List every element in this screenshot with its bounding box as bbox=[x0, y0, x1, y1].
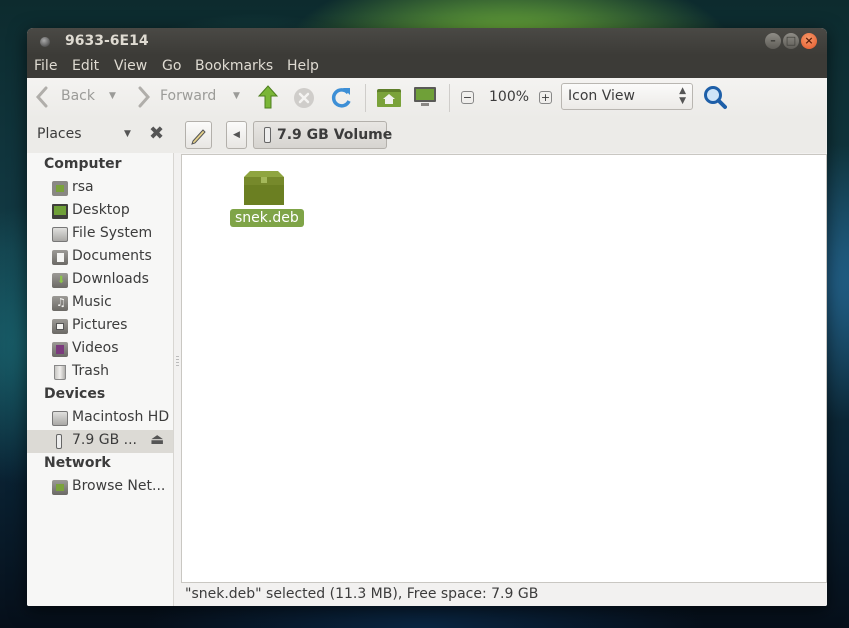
sidebar-item-label: 7.9 GB ... bbox=[72, 432, 137, 448]
path-scroll-left-button[interactable]: ◀ bbox=[226, 121, 247, 149]
forward-label: Forward bbox=[160, 88, 217, 104]
sidebar-item-label: File System bbox=[72, 225, 153, 241]
sidebar-item-usb-volume[interactable]: 7.9 GB ... ⏏ bbox=[27, 430, 173, 453]
sidebar-item-videos[interactable]: Videos bbox=[27, 338, 173, 361]
sidebar-heading-devices: Devices bbox=[44, 386, 106, 402]
package-icon bbox=[244, 171, 284, 205]
sidebar-resize-handle[interactable] bbox=[176, 356, 179, 368]
network-folder-icon bbox=[52, 480, 68, 495]
sidebar-item-label: rsa bbox=[72, 179, 94, 195]
window-title: 9633-6E14 bbox=[65, 33, 149, 49]
sidebar-item-pictures[interactable]: Pictures bbox=[27, 315, 173, 338]
forward-history-dropdown-icon[interactable]: ▼ bbox=[233, 91, 240, 101]
sidebar-item-label: Downloads bbox=[72, 271, 149, 287]
close-sidebar-icon[interactable]: ✖ bbox=[149, 123, 164, 144]
sidebar-item-label: Pictures bbox=[72, 317, 128, 333]
sidebar-item-label: Music bbox=[72, 294, 112, 310]
file-manager-window: 9633-6E14 – □ × File Edit View Go Bookma… bbox=[27, 28, 827, 606]
minimize-button[interactable]: – bbox=[765, 33, 781, 49]
zoom-in-icon[interactable]: + bbox=[539, 91, 552, 104]
sidebar-item-rsa[interactable]: rsa bbox=[27, 177, 173, 200]
menu-file[interactable]: File bbox=[34, 58, 57, 74]
back-arrow-icon bbox=[35, 86, 48, 108]
sidebar-item-label: Macintosh HD bbox=[72, 409, 170, 425]
videos-folder-icon bbox=[52, 342, 68, 357]
toggle-location-entry-button[interactable] bbox=[185, 121, 212, 149]
sidebar-heading-network: Network bbox=[44, 455, 111, 471]
up-arrow-icon[interactable] bbox=[257, 84, 279, 110]
file-name-label: snek.deb bbox=[230, 209, 304, 227]
computer-icon[interactable] bbox=[413, 86, 437, 108]
sidebar-item-label: Trash bbox=[72, 363, 109, 379]
toolbar-separator bbox=[449, 84, 450, 112]
back-history-dropdown-icon[interactable]: ▼ bbox=[109, 91, 116, 101]
file-view[interactable]: snek.deb bbox=[181, 154, 827, 583]
sidebar-item-music[interactable]: ♫ Music bbox=[27, 292, 173, 315]
music-folder-icon: ♫ bbox=[52, 296, 68, 311]
menu-bar: File Edit View Go Bookmarks Help bbox=[27, 55, 827, 78]
harddisk-icon bbox=[52, 227, 68, 242]
sidebar-item-label: Browse Net... bbox=[72, 478, 166, 494]
usb-drive-icon bbox=[56, 434, 62, 449]
select-arrows-icon: ▲ ▼ bbox=[679, 86, 686, 106]
sidebar-item-label: Desktop bbox=[72, 202, 130, 218]
sidebar-item-downloads[interactable]: ⬇ Downloads bbox=[27, 269, 173, 292]
toolbar-separator bbox=[365, 84, 366, 112]
path-button-current[interactable]: 7.9 GB Volume bbox=[253, 121, 392, 149]
path-button-label: 7.9 GB Volume bbox=[277, 127, 393, 143]
close-button[interactable]: × bbox=[801, 33, 817, 49]
sidebar-item-documents[interactable]: Documents bbox=[27, 246, 173, 269]
location-bar: Places ▼ ✖ ◀ 7.9 GB Volume bbox=[27, 118, 827, 153]
stop-icon[interactable] bbox=[293, 87, 315, 109]
places-dropdown-icon[interactable]: ▼ bbox=[124, 129, 131, 139]
home-folder-icon bbox=[52, 181, 68, 196]
toolbar: Back ▼ Forward ▼ − 100% + Icon View ▲ ▼ bbox=[27, 78, 827, 118]
title-bar[interactable]: 9633-6E14 – □ × bbox=[27, 28, 827, 55]
documents-folder-icon bbox=[52, 250, 68, 265]
menu-edit[interactable]: Edit bbox=[72, 58, 99, 74]
forward-arrow-icon bbox=[138, 86, 151, 108]
places-label: Places bbox=[37, 126, 82, 142]
menu-help[interactable]: Help bbox=[287, 58, 319, 74]
status-bar: "snek.deb" selected (11.3 MB), Free spac… bbox=[181, 583, 827, 606]
pencil-icon bbox=[191, 129, 206, 145]
menu-view[interactable]: View bbox=[114, 58, 147, 74]
search-icon[interactable] bbox=[703, 85, 727, 111]
eject-icon[interactable]: ⏏ bbox=[150, 430, 164, 448]
sidebar-item-label: Videos bbox=[72, 340, 119, 356]
status-text: "snek.deb" selected (11.3 MB), Free spac… bbox=[185, 586, 539, 602]
places-sidebar: Computer rsa Desktop File System Documen… bbox=[27, 153, 174, 606]
sidebar-item-macintosh-hd[interactable]: Macintosh HD bbox=[27, 407, 173, 430]
trash-icon bbox=[54, 365, 66, 380]
sidebar-heading-computer: Computer bbox=[44, 156, 122, 172]
back-label: Back bbox=[61, 88, 95, 104]
sidebar-item-label: Documents bbox=[72, 248, 152, 264]
downloads-folder-icon: ⬇ bbox=[52, 273, 68, 288]
menu-bookmarks[interactable]: Bookmarks bbox=[195, 58, 273, 74]
sidebar-item-trash[interactable]: Trash bbox=[27, 361, 173, 384]
harddisk-icon bbox=[52, 411, 68, 426]
reload-icon[interactable] bbox=[329, 85, 353, 111]
window-app-icon bbox=[40, 37, 50, 47]
maximize-button[interactable]: □ bbox=[783, 33, 799, 49]
view-mode-select[interactable]: Icon View ▲ ▼ bbox=[561, 83, 693, 110]
menu-go[interactable]: Go bbox=[162, 58, 181, 74]
view-mode-value: Icon View bbox=[568, 88, 635, 104]
sidebar-item-browse-network[interactable]: Browse Net... bbox=[27, 476, 173, 499]
sidebar-item-file-system[interactable]: File System bbox=[27, 223, 173, 246]
sidebar-item-desktop[interactable]: Desktop bbox=[27, 200, 173, 223]
desktop-icon bbox=[52, 204, 68, 219]
zoom-level: 100% bbox=[489, 89, 530, 105]
zoom-out-icon[interactable]: − bbox=[461, 91, 474, 104]
home-folder-icon[interactable] bbox=[376, 86, 402, 108]
usb-drive-icon bbox=[264, 127, 271, 143]
pictures-folder-icon bbox=[52, 319, 68, 334]
